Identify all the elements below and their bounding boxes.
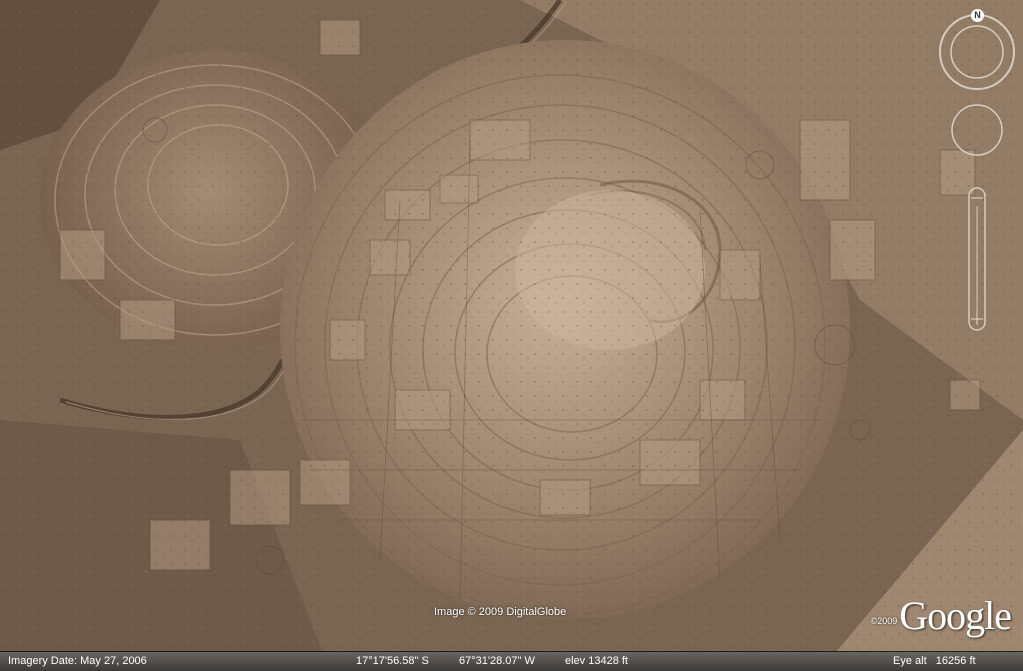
map-viewport[interactable]: N Image © 2009 DigitalGlobe ©2009 Google…	[0, 0, 1023, 671]
look-joystick-icon[interactable]	[940, 15, 1014, 89]
imagery-date: Imagery Date: May 27, 2006	[8, 655, 147, 667]
zoom-slider-icon[interactable]	[969, 188, 985, 330]
logo-wordmark: Google	[899, 593, 1012, 638]
navigation-controls: N	[935, 6, 1019, 336]
imagery-attribution: Image © 2009 DigitalGlobe	[434, 606, 567, 618]
satellite-imagery[interactable]	[0, 0, 1023, 671]
status-bar: Imagery Date: May 27, 2006 17°17'56.58" …	[0, 651, 1023, 671]
logo-copyright-year: ©2009	[870, 616, 898, 626]
eye-altitude-readout: Eye alt 16256 ft	[893, 655, 976, 667]
latitude-readout: 17°17'56.58" S	[356, 655, 429, 667]
elevation-readout: elev 13428 ft	[565, 655, 628, 667]
move-joystick-icon[interactable]	[952, 105, 1002, 155]
longitude-readout: 67°31'28.07" W	[459, 655, 535, 667]
google-logo: ©2009 Google	[870, 590, 1012, 638]
